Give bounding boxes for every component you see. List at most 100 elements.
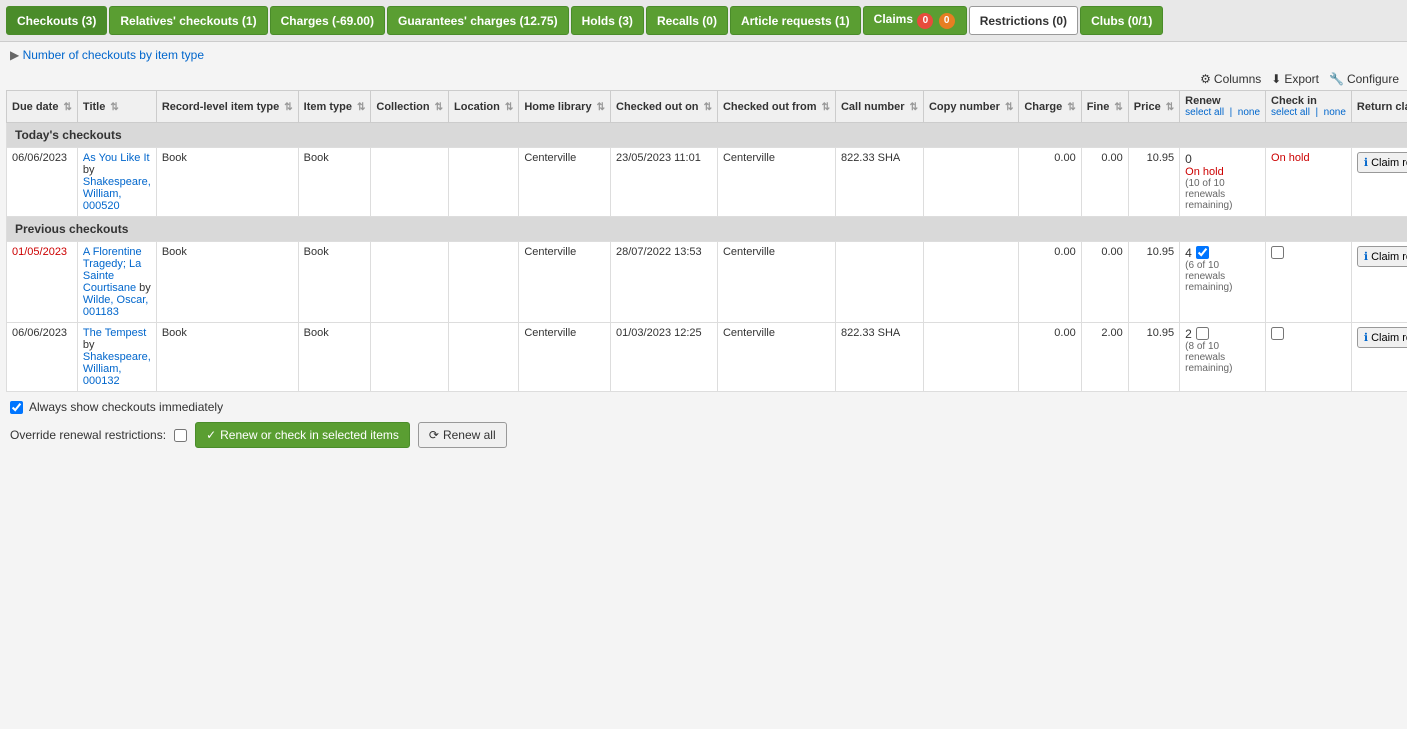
checkin-status: On hold xyxy=(1271,152,1310,164)
item-id-link[interactable]: 000520 xyxy=(83,200,120,212)
renew-select-none[interactable]: none xyxy=(1238,107,1260,118)
configure-button[interactable]: 🔧 Configure xyxy=(1329,72,1399,86)
checkin-select-links: select all | none xyxy=(1271,107,1346,118)
cell-charge: 0.00 xyxy=(1019,148,1081,217)
expand-row: ▶ Number of checkouts by item type xyxy=(0,42,1407,68)
renew-icon: ⟳ xyxy=(429,428,439,442)
checkin-select-none[interactable]: none xyxy=(1324,107,1346,118)
cell-item-type: Book xyxy=(298,148,371,217)
claim-returned-button[interactable]: ℹ Claim returned xyxy=(1357,152,1407,173)
checkouts-by-type-link[interactable]: Number of checkouts by item type xyxy=(23,48,204,62)
tab-claims[interactable]: Claims 0 0 xyxy=(863,6,967,35)
header-call-number[interactable]: Call number ⇅ xyxy=(835,91,923,123)
header-record-level[interactable]: Record-level item type ⇅ xyxy=(156,91,298,123)
renew-select-all[interactable]: select all xyxy=(1185,107,1224,118)
cell-collection xyxy=(371,242,449,323)
tab-relatives[interactable]: Relatives' checkouts (1) xyxy=(109,6,267,35)
cell-renew: 4(6 of 10 renewals remaining) xyxy=(1180,242,1266,323)
tab-charges[interactable]: Charges (-69.00) xyxy=(270,6,385,35)
cell-check-in: On hold xyxy=(1266,148,1352,217)
override-label: Override renewal restrictions: xyxy=(10,428,166,442)
header-collection[interactable]: Collection ⇅ xyxy=(371,91,449,123)
section-header-today: Today's checkouts xyxy=(7,123,1407,148)
renew-checkbox[interactable] xyxy=(1196,327,1209,340)
info-icon: ℹ xyxy=(1364,250,1368,263)
tab-clubs[interactable]: Clubs (0/1) xyxy=(1080,6,1163,35)
check-icon: ✓ xyxy=(206,428,216,442)
cell-location xyxy=(449,323,519,392)
cell-fine: 0.00 xyxy=(1081,148,1128,217)
table-header-row: Due date ⇅ Title ⇅ Record-level item typ… xyxy=(7,91,1407,123)
expand-toggle[interactable]: ▶ xyxy=(10,48,19,62)
renew-detail: (8 of 10 renewals remaining) xyxy=(1185,341,1260,374)
export-button[interactable]: ⬇ Export xyxy=(1271,72,1319,86)
tab-restrictions[interactable]: Restrictions (0) xyxy=(969,6,1078,35)
wrench-icon: 🔧 xyxy=(1329,72,1344,86)
header-fine[interactable]: Fine ⇅ xyxy=(1081,91,1128,123)
checkin-checkbox[interactable] xyxy=(1271,327,1284,340)
override-checkbox[interactable] xyxy=(174,429,187,442)
cell-call-number: 822.33 SHA xyxy=(835,323,923,392)
cell-location xyxy=(449,148,519,217)
checkin-checkbox[interactable] xyxy=(1271,246,1284,259)
cell-return-claims: ℹ Claim returned xyxy=(1351,242,1407,323)
cell-home-library: Centerville xyxy=(519,148,611,217)
header-price[interactable]: Price ⇅ xyxy=(1128,91,1179,123)
cell-renew: 0On hold(10 of 10 renewals remaining) xyxy=(1180,148,1266,217)
cell-call-number xyxy=(835,242,923,323)
renew-count: 4 xyxy=(1185,246,1192,260)
header-renew: Renew select all | none xyxy=(1180,91,1266,123)
author-text: Shakespeare, William, xyxy=(83,351,151,375)
title-link[interactable]: A Florentine Tragedy; La Sainte Courtisa… xyxy=(83,246,142,294)
renew-detail: (10 of 10 renewals remaining) xyxy=(1185,178,1260,211)
header-home-library[interactable]: Home library ⇅ xyxy=(519,91,611,123)
tab-holds[interactable]: Holds (3) xyxy=(571,6,644,35)
table-row: 01/05/2023A Florentine Tragedy; La Saint… xyxy=(7,242,1407,323)
checkin-select-all[interactable]: select all xyxy=(1271,107,1310,118)
section-label-today: Today's checkouts xyxy=(7,123,1407,148)
item-id-link[interactable]: 001183 xyxy=(83,306,119,318)
toolbar: ⚙ Columns ⬇ Export 🔧 Configure xyxy=(0,68,1407,90)
title-link[interactable]: The Tempest xyxy=(83,327,146,339)
renew-status: On hold xyxy=(1185,166,1224,178)
header-due-date[interactable]: Due date ⇅ xyxy=(7,91,78,123)
title-link[interactable]: As You Like It xyxy=(83,152,150,164)
sort-icon-copy: ⇅ xyxy=(1005,102,1013,113)
tab-guarantees[interactable]: Guarantees' charges (12.75) xyxy=(387,6,569,35)
claim-returned-button[interactable]: ℹ Claim returned xyxy=(1357,327,1407,348)
header-checked-out-from[interactable]: Checked out from ⇅ xyxy=(717,91,835,123)
header-checked-out-on[interactable]: Checked out on ⇅ xyxy=(611,91,718,123)
header-copy-number[interactable]: Copy number ⇅ xyxy=(923,91,1018,123)
cell-call-number: 822.33 SHA xyxy=(835,148,923,217)
sort-icon-location: ⇅ xyxy=(505,102,513,113)
renew-select-links: select all | none xyxy=(1185,107,1260,118)
columns-button[interactable]: ⚙ Columns xyxy=(1200,72,1261,86)
section-header-previous: Previous checkouts xyxy=(7,217,1407,242)
header-item-type[interactable]: Item type ⇅ xyxy=(298,91,371,123)
sort-icon-home: ⇅ xyxy=(597,102,605,113)
always-show-checkbox[interactable] xyxy=(10,401,23,414)
cell-item-type: Book xyxy=(298,242,371,323)
claim-returned-button[interactable]: ℹ Claim returned xyxy=(1357,246,1407,267)
tab-checkouts[interactable]: Checkouts (3) xyxy=(6,6,107,35)
sort-icon-due: ⇅ xyxy=(64,102,72,113)
renew-checkbox[interactable] xyxy=(1196,246,1209,259)
sort-icon-charge: ⇅ xyxy=(1067,102,1075,113)
renew-all-button[interactable]: ⟳ Renew all xyxy=(418,422,507,448)
due-date: 06/06/2023 xyxy=(12,327,67,339)
header-location[interactable]: Location ⇅ xyxy=(449,91,519,123)
table-container: Due date ⇅ Title ⇅ Record-level item typ… xyxy=(0,90,1407,392)
cell-home-library: Centerville xyxy=(519,323,611,392)
checkouts-table: Due date ⇅ Title ⇅ Record-level item typ… xyxy=(6,90,1407,392)
header-title[interactable]: Title ⇅ xyxy=(77,91,156,123)
renew-selected-button[interactable]: ✓ Renew or check in selected items xyxy=(195,422,410,448)
header-charge[interactable]: Charge ⇅ xyxy=(1019,91,1081,123)
item-id-link[interactable]: 000132 xyxy=(83,375,120,387)
sort-icon-record: ⇅ xyxy=(284,102,292,113)
download-icon: ⬇ xyxy=(1271,72,1281,86)
cell-price: 10.95 xyxy=(1128,148,1179,217)
tab-article[interactable]: Article requests (1) xyxy=(730,6,861,35)
claims-badge-1: 0 xyxy=(917,13,933,29)
cell-fine: 2.00 xyxy=(1081,323,1128,392)
tab-recalls[interactable]: Recalls (0) xyxy=(646,6,728,35)
